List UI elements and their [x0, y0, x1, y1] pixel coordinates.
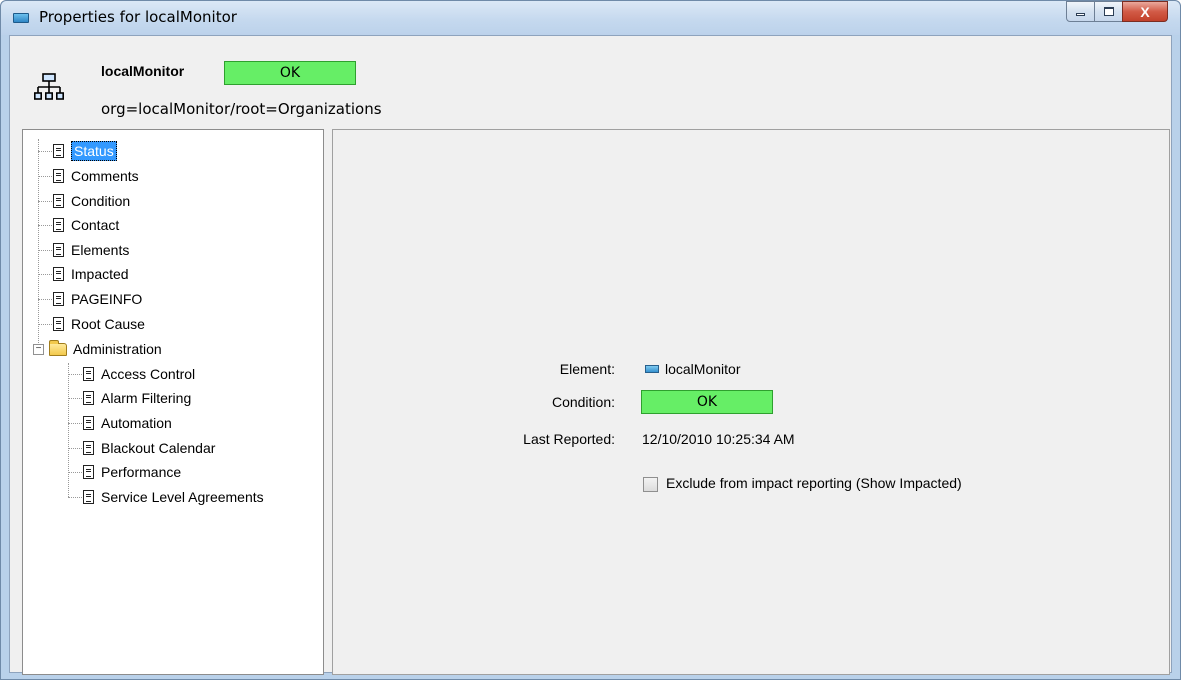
- tree-item-label: Comments: [71, 168, 139, 184]
- monitor-icon: [645, 365, 659, 373]
- status-panel: Element: localMonitor Condition: OK Last…: [332, 129, 1170, 675]
- tree-item-impacted[interactable]: Impacted: [53, 263, 129, 285]
- tree-connector: [38, 151, 52, 152]
- page-icon: [83, 441, 94, 455]
- tree-item-label: Administration: [73, 341, 162, 357]
- tree-item-access-control[interactable]: Access Control: [83, 363, 195, 385]
- client-area: localMonitor OK org=localMonitor/root=Or…: [9, 35, 1172, 675]
- close-icon: X: [1140, 3, 1150, 20]
- tree-item-service-level-agreements[interactable]: Service Level Agreements: [83, 486, 264, 508]
- tree-item-label: Performance: [101, 464, 182, 480]
- tree-item-contact[interactable]: Contact: [53, 214, 119, 236]
- tree-item-label: Condition: [71, 193, 131, 209]
- header-status-badge: OK: [224, 61, 356, 85]
- tree-item-label: Status: [71, 141, 117, 161]
- properties-header: localMonitor OK org=localMonitor/root=Or…: [10, 36, 1171, 128]
- tree-item-status[interactable]: Status: [53, 140, 117, 162]
- tree-connector: [38, 176, 52, 177]
- page-icon: [83, 416, 94, 430]
- page-icon: [53, 267, 64, 281]
- page-icon: [53, 218, 64, 232]
- organization-tree-icon: [34, 73, 64, 100]
- tree-connector: [38, 250, 52, 251]
- tree-item-label: Contact: [71, 217, 120, 233]
- condition-label: Condition:: [551, 394, 615, 410]
- tree-item-administration[interactable]: Administration: [49, 338, 162, 360]
- tree-item-label: Root Cause: [71, 316, 145, 332]
- page-icon: [83, 391, 94, 405]
- page-icon: [83, 465, 94, 479]
- page-icon: [53, 194, 64, 208]
- window-controls: X: [1066, 1, 1168, 23]
- tree-connector: [38, 201, 52, 202]
- header-path: org=localMonitor/root=Organizations: [101, 100, 382, 118]
- tree-item-elements[interactable]: Elements: [53, 239, 129, 261]
- element-label: Element:: [559, 361, 615, 377]
- tree-connector: [38, 324, 52, 325]
- tree-connector: [38, 225, 52, 226]
- monitor-icon: [13, 13, 29, 23]
- collapse-administration-button[interactable]: −: [33, 344, 44, 355]
- page-icon: [83, 490, 94, 504]
- title-bar[interactable]: Properties for localMonitor X: [1, 1, 1180, 35]
- tree-item-automation[interactable]: Automation: [83, 412, 172, 434]
- maximize-icon: [1103, 7, 1114, 16]
- close-button[interactable]: X: [1122, 1, 1168, 22]
- page-icon: [53, 144, 64, 158]
- tree-connector: [68, 448, 82, 449]
- tree-item-label: PAGEINFO: [71, 291, 143, 307]
- tree-item-blackout-calendar[interactable]: Blackout Calendar: [83, 437, 215, 459]
- tree-item-label: Alarm Filtering: [101, 390, 192, 406]
- tree-item-comments[interactable]: Comments: [53, 165, 139, 187]
- condition-status-badge: OK: [641, 390, 773, 414]
- tree-item-label: Service Level Agreements: [101, 489, 264, 505]
- tree-item-label: Access Control: [101, 366, 196, 382]
- tree-connector: [68, 398, 82, 399]
- page-icon: [53, 169, 64, 183]
- maximize-button[interactable]: [1094, 1, 1123, 22]
- navigation-tree[interactable]: Status Comments Condition Contact Elemen…: [22, 129, 324, 675]
- page-icon: [83, 367, 94, 381]
- tree-connector: [68, 363, 69, 497]
- tree-item-pageinfo[interactable]: PAGEINFO: [53, 288, 142, 310]
- page-icon: [53, 292, 64, 306]
- element-name: localMonitor: [665, 361, 741, 377]
- minimize-button[interactable]: [1066, 1, 1095, 22]
- page-icon: [53, 243, 64, 257]
- page-icon: [53, 317, 64, 331]
- tree-connector: [38, 274, 52, 275]
- tree-connector: [68, 374, 82, 375]
- properties-window: Properties for localMonitor X localMonit…: [0, 0, 1181, 680]
- window-title: Properties for localMonitor: [39, 8, 237, 26]
- tree-item-alarm-filtering[interactable]: Alarm Filtering: [83, 387, 191, 409]
- exclude-impact-checkbox[interactable]: [643, 477, 658, 492]
- exclude-impact-label[interactable]: Exclude from impact reporting (Show Impa…: [666, 475, 962, 491]
- tree-item-label: Impacted: [71, 266, 129, 282]
- tree-item-label: Blackout Calendar: [101, 440, 216, 456]
- tree-item-performance[interactable]: Performance: [83, 461, 181, 483]
- last-reported-label: Last Reported:: [523, 431, 615, 447]
- tree-connector: [68, 497, 82, 498]
- tree-item-condition[interactable]: Condition: [53, 190, 130, 212]
- minimize-icon: [1076, 13, 1085, 16]
- tree-connector: [68, 472, 82, 473]
- tree-connector: [38, 139, 39, 349]
- tree-connector: [68, 423, 82, 424]
- element-value: localMonitor: [645, 361, 740, 377]
- folder-open-icon: [49, 339, 67, 356]
- tree-connector: [38, 299, 52, 300]
- tree-item-label: Elements: [71, 242, 130, 258]
- tree-item-root-cause[interactable]: Root Cause: [53, 313, 145, 335]
- last-reported-value: 12/10/2010 10:25:34 AM: [642, 431, 795, 447]
- header-element-name: localMonitor: [101, 63, 185, 79]
- tree-item-label: Automation: [101, 415, 172, 431]
